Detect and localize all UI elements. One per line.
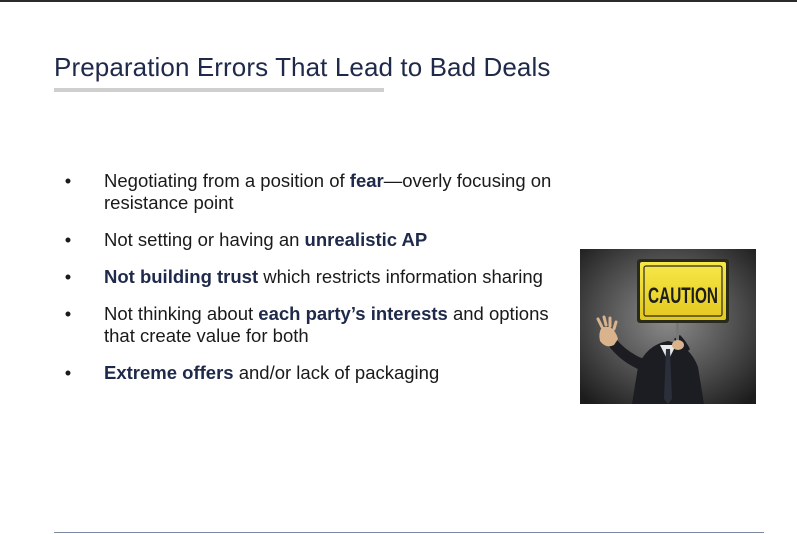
bullet-text-bold: unrealistic AP bbox=[304, 229, 428, 250]
bullet-item: • Not building trust which restricts inf… bbox=[58, 266, 558, 288]
bullet-text-bold: Extreme offers bbox=[104, 362, 234, 383]
bullet-text-post: which restricts information sharing bbox=[258, 266, 543, 287]
bullet-text-pre: Not setting or having an bbox=[104, 229, 305, 250]
slide-title: Preparation Errors That Lead to Bad Deal… bbox=[54, 52, 551, 82]
bullet-item: • Negotiating from a position of fear—ov… bbox=[58, 170, 558, 214]
caution-sign-text: CAUTION bbox=[648, 283, 718, 308]
bullet-text-pre: Not thinking about bbox=[104, 303, 259, 324]
title-underline bbox=[54, 88, 384, 92]
bullet-item: • Not setting or having an unrealistic A… bbox=[58, 229, 558, 251]
bullet-marker: • bbox=[64, 229, 72, 250]
bullet-marker: • bbox=[64, 362, 72, 383]
bullet-list: • Negotiating from a position of fear—ov… bbox=[58, 170, 558, 399]
bullet-marker: • bbox=[64, 303, 72, 324]
bullet-marker: • bbox=[64, 266, 72, 287]
bullet-text-pre: Negotiating from a position of bbox=[104, 170, 350, 191]
bottom-rule bbox=[54, 532, 764, 533]
bullet-item: • Not thinking about each party’s intere… bbox=[58, 303, 558, 347]
bullet-text-post: and/or lack of packaging bbox=[233, 362, 440, 383]
bullet-text-bold: fear bbox=[349, 170, 384, 191]
bullet-text-bold: each party’s interests bbox=[258, 303, 448, 324]
top-rule bbox=[0, 0, 797, 2]
bullet-item: • Extreme offers and/or lack of packagin… bbox=[58, 362, 558, 384]
bullet-marker: • bbox=[64, 170, 72, 191]
caution-sign-photo: CAUTION bbox=[580, 249, 756, 404]
bullet-text-bold: Not building trust bbox=[104, 266, 259, 287]
